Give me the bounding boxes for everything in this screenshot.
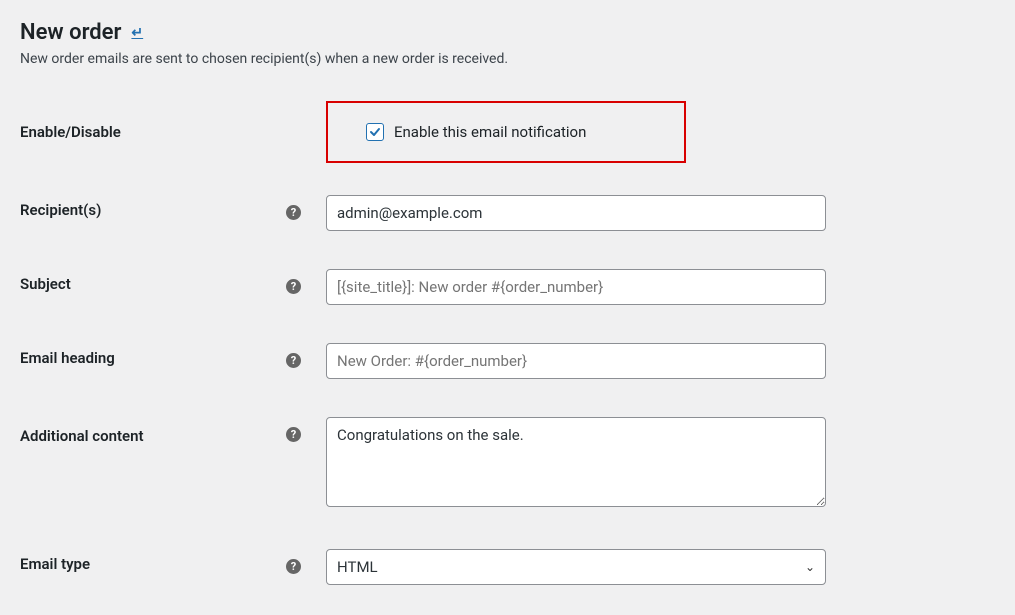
help-icon[interactable]: ? — [286, 205, 301, 220]
email-type-select[interactable]: HTML ⌄ — [326, 549, 826, 585]
heading-label: Email heading — [20, 343, 286, 367]
chevron-down-icon: ⌄ — [805, 560, 815, 574]
back-icon[interactable]: ↵ — [131, 25, 143, 41]
email-type-label: Email type — [20, 549, 286, 573]
recipients-input[interactable] — [326, 195, 826, 231]
enable-checkbox-label: Enable this email notification — [394, 123, 586, 141]
help-icon[interactable]: ? — [286, 279, 301, 294]
subject-label: Subject — [20, 269, 286, 293]
page-title: New order — [20, 20, 121, 45]
heading-input[interactable] — [326, 343, 826, 379]
help-icon[interactable]: ? — [286, 353, 301, 368]
email-type-selected: HTML — [337, 558, 378, 576]
help-icon[interactable]: ? — [286, 559, 301, 574]
additional-label: Additional content — [20, 417, 286, 445]
enable-label: Enable/Disable — [20, 101, 286, 141]
additional-textarea[interactable]: Congratulations on the sale. — [326, 417, 826, 507]
page-description: New order emails are sent to chosen reci… — [20, 51, 995, 67]
recipients-label: Recipient(s) — [20, 195, 286, 219]
enable-highlight-box: Enable this email notification — [326, 101, 686, 163]
help-icon[interactable]: ? — [286, 427, 301, 442]
enable-checkbox[interactable] — [366, 123, 384, 141]
subject-input[interactable] — [326, 269, 826, 305]
